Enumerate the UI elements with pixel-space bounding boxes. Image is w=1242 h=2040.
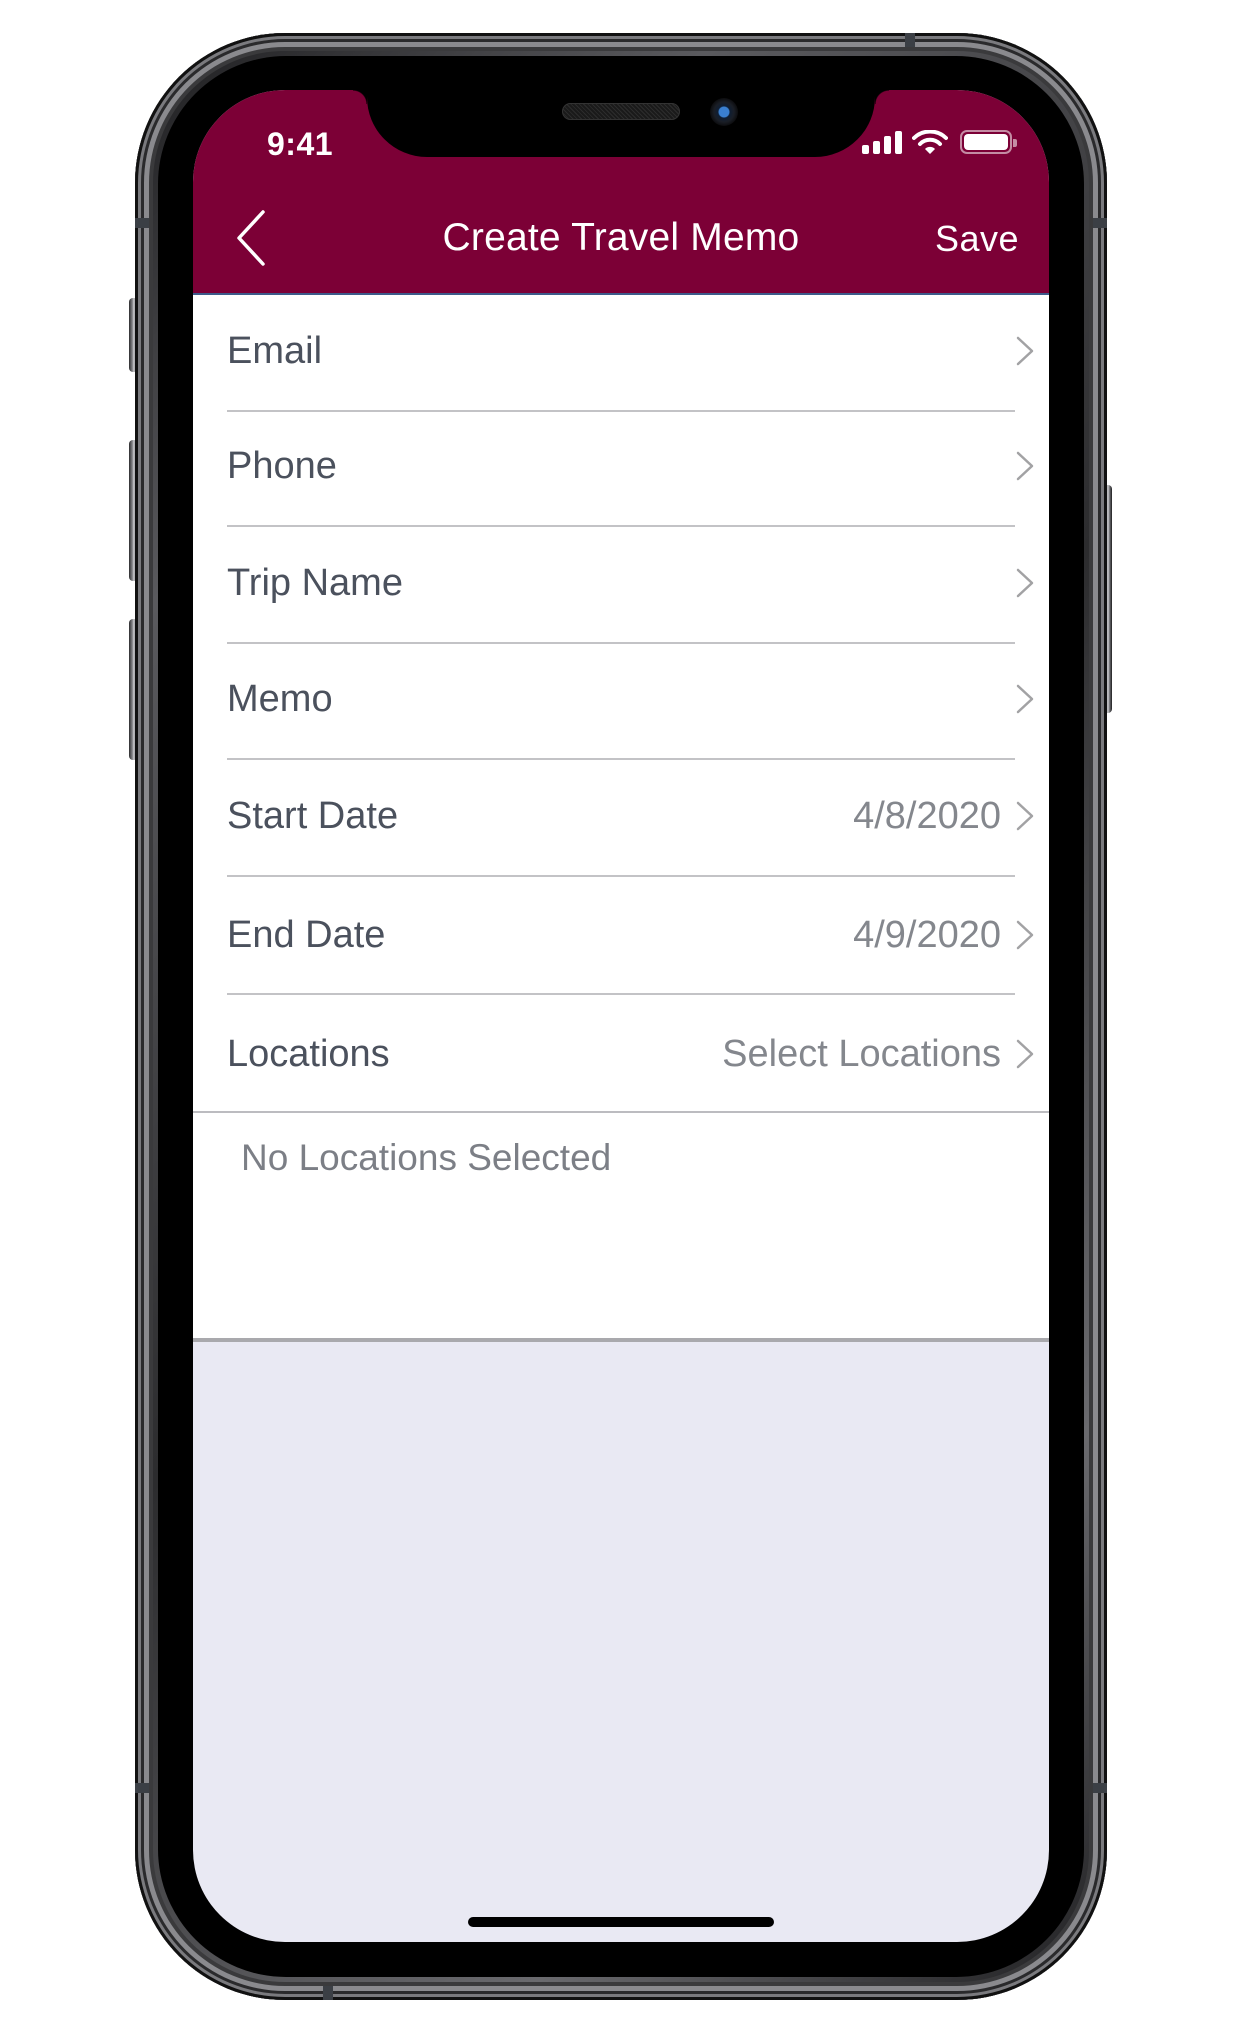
- home-indicator[interactable]: [468, 1917, 774, 1927]
- form-row-locations[interactable]: Locations Select Locations: [193, 995, 1049, 1113]
- cellular-signal-icon: [862, 131, 902, 154]
- page-title: Create Travel Memo: [442, 216, 800, 259]
- wifi-icon: [912, 130, 948, 154]
- no-locations-text: No Locations Selected: [241, 1137, 612, 1178]
- row-label: Email: [227, 330, 323, 372]
- form-row-phone[interactable]: Phone: [193, 410, 1049, 527]
- form-row-trip-name[interactable]: Trip Name: [193, 527, 1049, 644]
- antenna-band: [1093, 1783, 1107, 1793]
- chevron-right-icon: [1016, 336, 1034, 366]
- save-button[interactable]: Save: [935, 218, 1019, 260]
- row-label: End Date: [227, 914, 386, 956]
- antenna-band: [905, 33, 915, 47]
- notch: [353, 90, 889, 157]
- status-icons: [862, 130, 1017, 154]
- chevron-right-icon: [1016, 451, 1034, 481]
- travel-memo-form: Email Phone Trip Name Memo Start Date 4/…: [193, 295, 1049, 1342]
- status-time: 9:41: [267, 126, 334, 162]
- antenna-band: [135, 218, 149, 228]
- row-label: Locations: [227, 1033, 390, 1075]
- antenna-band: [323, 1986, 333, 2000]
- select-locations-value: Select Locations: [722, 1033, 1001, 1075]
- start-date-value: 4/8/2020: [853, 795, 1001, 837]
- speaker-grille: [562, 103, 680, 120]
- chevron-right-icon: [1016, 684, 1034, 714]
- chevron-right-icon: [1016, 920, 1034, 950]
- phone-screen: 9:41 Create Travel Memo Save Email Phone…: [193, 90, 1049, 1942]
- row-label: Start Date: [227, 795, 399, 837]
- row-label: Trip Name: [227, 562, 403, 604]
- form-row-end-date[interactable]: End Date 4/9/2020: [193, 876, 1049, 995]
- antenna-band: [1093, 218, 1107, 228]
- chevron-right-icon: [1016, 568, 1034, 598]
- battery-icon: [960, 130, 1017, 154]
- chevron-right-icon: [1016, 801, 1034, 831]
- form-row-memo[interactable]: Memo: [193, 643, 1049, 760]
- form-row-email[interactable]: Email: [193, 295, 1049, 412]
- front-camera: [710, 98, 738, 126]
- antenna-band: [135, 1783, 149, 1793]
- chevron-right-icon: [1016, 1039, 1034, 1069]
- row-divider: [193, 1111, 1049, 1113]
- end-date-value: 4/9/2020: [853, 914, 1001, 956]
- row-label: Phone: [227, 445, 337, 487]
- row-label: Memo: [227, 678, 333, 720]
- form-row-start-date[interactable]: Start Date 4/8/2020: [193, 760, 1049, 877]
